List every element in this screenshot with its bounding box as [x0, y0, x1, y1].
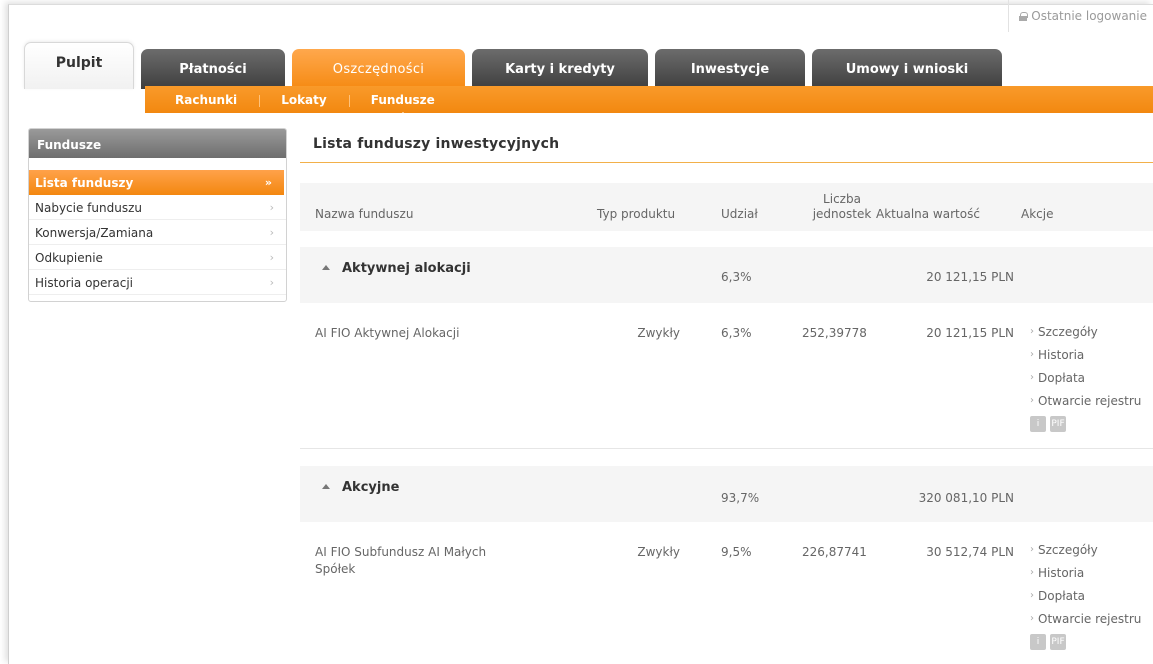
fund-actions: › Szczegóły › Historia › Dopłata › Otwarcie …: [1030, 320, 1141, 432]
last-login[interactable]: Ostatnie logowanie: [1008, 0, 1153, 32]
group-share: 93,7%: [721, 491, 760, 505]
sidebar-item-label: Konwersja/Zamiana: [35, 226, 154, 240]
action-label: Dopłata: [1038, 588, 1086, 603]
fund-share: 6,3%: [721, 326, 752, 340]
sidebar-title: Fundusze: [29, 129, 286, 158]
action-label: Szczegóły: [1038, 542, 1098, 557]
action-label: Historia: [1038, 565, 1085, 580]
lock-icon: [1019, 11, 1029, 21]
sidebar-item-label: Odkupienie: [35, 251, 103, 265]
action-label: Otwarcie rejestru: [1038, 611, 1142, 626]
chevron-right-icon: ›: [1030, 326, 1034, 337]
subnav-fundusze[interactable]: Fundusze: [348, 93, 457, 116]
column-header-value: Aktualna wartość: [876, 207, 980, 221]
group-name: Aktywnej alokacji: [322, 261, 471, 276]
tab-karty-i-kredyty[interactable]: Karty i kredyty: [472, 49, 648, 89]
action-historia[interactable]: › Historia: [1030, 343, 1141, 366]
tab-inwestycje[interactable]: Inwestycje: [655, 49, 805, 89]
sidebar-item-historia-operacji[interactable]: Historia operacji ›: [29, 270, 286, 295]
fund-name-continued[interactable]: Spółek: [315, 562, 355, 576]
chevron-right-icon: ›: [269, 251, 274, 264]
tab-umowy-i-wnioski[interactable]: Umowy i wnioski: [812, 49, 1002, 89]
sidebar-item-konwersja-zamiana[interactable]: Konwersja/Zamiana ›: [29, 220, 286, 245]
fund-value: 30 512,74 PLN: [926, 545, 1014, 559]
fund-share: 9,5%: [721, 545, 752, 559]
tab-oszczednosci[interactable]: Oszczędności: [292, 49, 465, 89]
last-login-label: Ostatnie logowanie: [1031, 9, 1147, 23]
title-divider: [300, 162, 1153, 163]
sidebar-list: Lista funduszy » Nabycie funduszu › Konw…: [29, 170, 286, 295]
chevron-right-icon: ›: [269, 226, 274, 239]
action-historia[interactable]: › Historia: [1030, 561, 1141, 584]
group-name-label: Akcyjne: [342, 480, 400, 495]
sub-navigation: Rachunki Lokaty Fundusze: [145, 86, 1153, 116]
action-szczegoly[interactable]: › Szczegóły: [1030, 538, 1141, 561]
action-szczegoly[interactable]: › Szczegóły: [1030, 320, 1141, 343]
tab-platnosci[interactable]: Płatności: [141, 49, 285, 89]
fund-icons: i PIF: [1030, 416, 1141, 432]
tab-pulpit[interactable]: Pulpit: [24, 42, 134, 89]
pif-document-icon[interactable]: PIF: [1050, 416, 1066, 432]
group-share: 6,3%: [721, 270, 752, 284]
chevron-right-icon: ›: [1030, 349, 1034, 360]
chevron-right-icon: ›: [1030, 395, 1034, 406]
action-label: Dopłata: [1038, 370, 1086, 385]
column-header-units-line1: Liczba: [823, 192, 861, 206]
chevron-right-icon: »: [264, 176, 272, 189]
chevron-right-icon: ›: [1030, 544, 1034, 555]
sidebar-item-label: Historia operacji: [35, 276, 133, 290]
action-label: Historia: [1038, 347, 1085, 362]
sidebar-item-nabycie-funduszu[interactable]: Nabycie funduszu ›: [29, 195, 286, 220]
group-name: Akcyjne: [322, 480, 399, 495]
page-title: Lista funduszy inwestycyjnych: [313, 136, 560, 152]
sidebar-item-label: Nabycie funduszu: [35, 201, 142, 215]
action-label: Otwarcie rejestru: [1038, 393, 1142, 408]
group-name-label: Aktywnej alokacji: [342, 261, 471, 276]
fund-value: 20 121,15 PLN: [926, 326, 1014, 340]
row-divider: [300, 448, 1153, 449]
group-value: 20 121,15 PLN: [926, 270, 1014, 284]
fund-type: Zwykły: [637, 545, 680, 559]
pif-document-icon[interactable]: PIF: [1050, 634, 1066, 650]
action-label: Szczegóły: [1038, 324, 1098, 339]
sidebar-item-lista-funduszy[interactable]: Lista funduszy »: [29, 170, 284, 195]
table-header: Nazwa funduszu Typ produktu Udział Liczb…: [300, 183, 1153, 231]
column-header-type: Typ produktu: [597, 207, 676, 221]
subnav-lokaty[interactable]: Lokaty: [259, 93, 349, 107]
action-otwarcie-rejestru[interactable]: › Otwarcie rejestru: [1030, 607, 1141, 630]
action-doplata[interactable]: › Dopłata: [1030, 366, 1141, 389]
column-header-units-line2: jednostek: [812, 207, 872, 221]
caret-up-icon: [322, 265, 330, 270]
fund-units: 252,39778: [802, 326, 867, 340]
main-tabs: Pulpit Płatności Oszczędności Karty i kr…: [24, 42, 1009, 89]
sidebar-item-odkupienie[interactable]: Odkupienie ›: [29, 245, 286, 270]
chevron-right-icon: ›: [1030, 567, 1034, 578]
sidebar-item-label: Lista funduszy: [35, 176, 134, 190]
column-header-actions: Akcje: [1021, 207, 1054, 221]
fund-name[interactable]: AI FIO Aktywnej Alokacji: [315, 326, 459, 340]
chevron-right-icon: ›: [269, 276, 274, 289]
action-doplata[interactable]: › Dopłata: [1030, 584, 1141, 607]
column-header-share: Udział: [721, 207, 758, 221]
chevron-right-icon: ›: [1030, 372, 1034, 383]
group-value: 320 081,10 PLN: [918, 491, 1014, 505]
chevron-right-icon: ›: [1030, 613, 1034, 624]
fund-name[interactable]: AI FIO Subfundusz AI Małych: [315, 545, 486, 559]
sidebar: Fundusze Lista funduszy » Nabycie fundus…: [28, 128, 287, 302]
caret-up-icon: [322, 484, 330, 489]
action-otwarcie-rejestru[interactable]: › Otwarcie rejestru: [1030, 389, 1141, 412]
fund-units: 226,87741: [802, 545, 867, 559]
chevron-right-icon: ›: [269, 201, 274, 214]
subnav-rachunki[interactable]: Rachunki: [145, 93, 259, 107]
fund-actions: › Szczegóły › Historia › Dopłata › Otwarcie …: [1030, 538, 1141, 650]
info-document-icon[interactable]: i: [1030, 416, 1046, 432]
column-header-name: Nazwa funduszu: [315, 207, 414, 221]
fund-icons: i PIF: [1030, 634, 1141, 650]
fund-type: Zwykły: [637, 326, 680, 340]
info-document-icon[interactable]: i: [1030, 634, 1046, 650]
group-row-akcyjne[interactable]: Akcyjne 93,7% 320 081,10 PLN: [300, 466, 1153, 522]
chevron-right-icon: ›: [1030, 590, 1034, 601]
group-row-aktywnej-alokacji[interactable]: Aktywnej alokacji 6,3% 20 121,15 PLN: [300, 247, 1153, 303]
